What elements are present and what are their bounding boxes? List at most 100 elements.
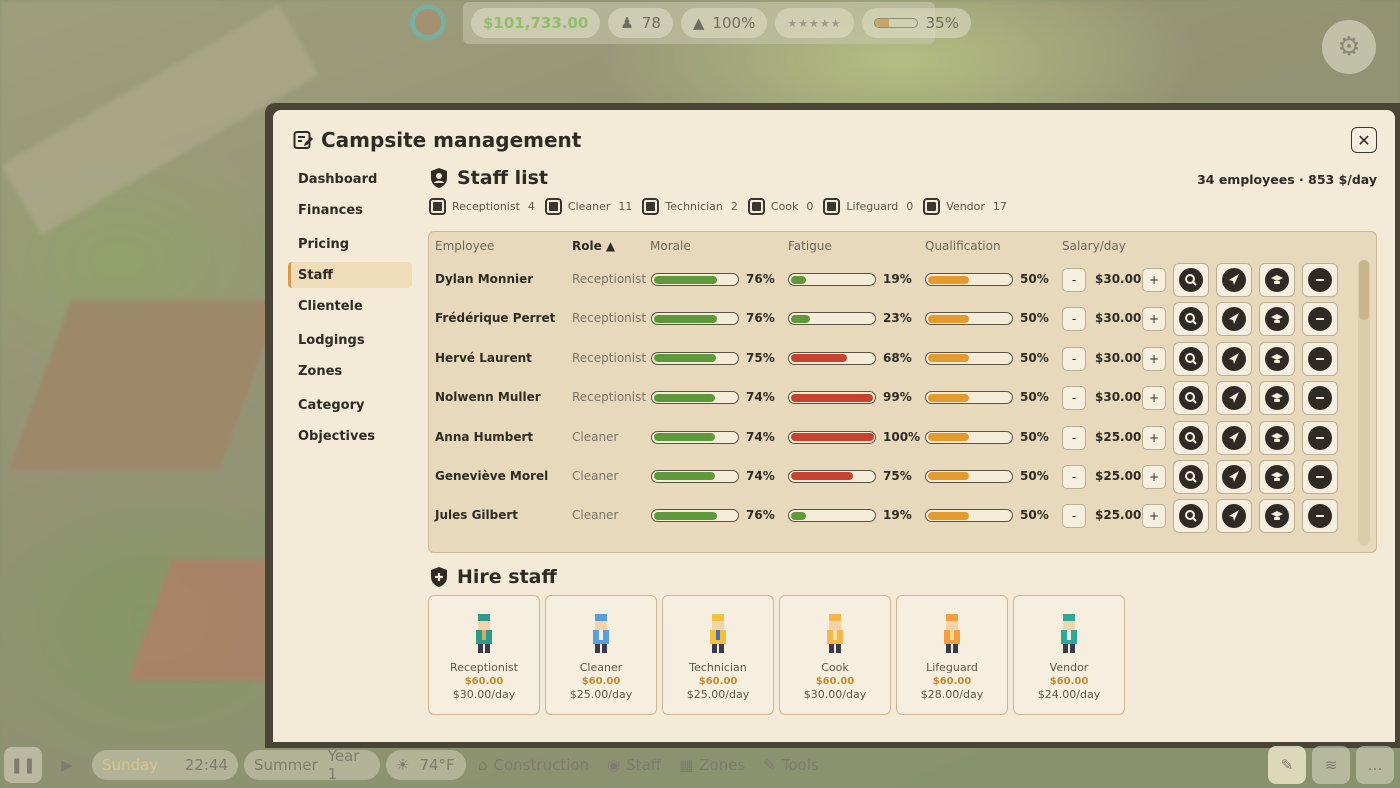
hire-card-cleaner[interactable]: Cleaner $60.00 $25.00/day	[545, 595, 657, 715]
train-button[interactable]	[1259, 302, 1295, 337]
send-button[interactable]	[1216, 499, 1252, 534]
train-button[interactable]	[1259, 420, 1295, 455]
employee-name[interactable]: Nolwenn Muller	[435, 390, 541, 404]
salary-decrease-button[interactable]: -	[1062, 386, 1086, 411]
filter-vendor[interactable]: Vendor 17	[923, 198, 1007, 215]
employee-name[interactable]: Jules Gilbert	[435, 508, 518, 522]
nav-item-objectives[interactable]: Objectives	[288, 423, 412, 449]
play-button[interactable]: ▶	[48, 747, 86, 783]
nav-item-zones[interactable]: Zones	[288, 358, 412, 384]
locate-button[interactable]	[1173, 341, 1209, 376]
salary-increase-button[interactable]: +	[1142, 464, 1166, 489]
nav-item-category[interactable]: Category	[288, 392, 412, 418]
hire-card-vendor[interactable]: Vendor $60.00 $24.00/day	[1013, 595, 1125, 715]
money-display[interactable]: $101,733.00	[471, 8, 601, 38]
fire-button[interactable]	[1302, 459, 1338, 494]
pause-button[interactable]: ❚❚	[4, 747, 42, 783]
salary-decrease-button[interactable]: -	[1062, 504, 1086, 529]
salary-increase-button[interactable]: +	[1142, 268, 1166, 292]
rating-display[interactable]: ★★★★★	[775, 8, 854, 38]
send-button[interactable]	[1216, 459, 1252, 494]
train-button[interactable]	[1259, 499, 1295, 534]
employee-name[interactable]: Hervé Laurent	[435, 351, 532, 365]
fire-button[interactable]	[1302, 341, 1338, 376]
hire-card-technician[interactable]: Technician $60.00 $25.00/day	[662, 595, 774, 715]
table-row[interactable]: Nolwenn Muller Receptionist 74% 99% 50% …	[429, 378, 1354, 417]
zones-button[interactable]: ▦ Zones	[673, 756, 751, 774]
settings-gear-icon[interactable]: ⚙	[1322, 20, 1376, 74]
filter-cleaner[interactable]: Cleaner 11	[544, 198, 632, 215]
column-salary[interactable]: Salary/day	[1062, 239, 1126, 253]
nav-item-clientele[interactable]: Clientele	[288, 293, 412, 319]
locate-button[interactable]	[1173, 459, 1209, 494]
train-button[interactable]	[1259, 381, 1295, 416]
salary-decrease-button[interactable]: -	[1062, 464, 1086, 489]
send-button[interactable]	[1216, 302, 1252, 337]
salary-increase-button[interactable]: +	[1142, 504, 1166, 529]
close-button[interactable]: ✕	[1351, 127, 1377, 153]
fire-button[interactable]	[1302, 302, 1338, 337]
fire-button[interactable]	[1302, 499, 1338, 534]
filter-technician[interactable]: Technician 2	[642, 198, 738, 215]
filter-lifeguard[interactable]: Lifeguard 0	[823, 198, 913, 215]
table-row[interactable]: Geneviève Morel Cleaner 74% 75% 50% - $2…	[429, 457, 1354, 496]
chat-button[interactable]: …	[1356, 746, 1394, 784]
filter-cook[interactable]: Cook 0	[747, 198, 813, 215]
filter-checkbox[interactable]	[544, 198, 562, 215]
employee-name[interactable]: Anna Humbert	[435, 430, 533, 444]
fire-button[interactable]	[1302, 420, 1338, 455]
salary-decrease-button[interactable]: -	[1062, 346, 1086, 371]
nav-item-dashboard[interactable]: Dashboard	[288, 166, 412, 192]
column-qualification[interactable]: Qualification	[925, 239, 1001, 253]
nav-item-finances[interactable]: Finances	[288, 197, 412, 223]
train-button[interactable]	[1259, 341, 1295, 376]
campsite-badge-icon[interactable]	[410, 4, 446, 40]
train-button[interactable]	[1259, 263, 1295, 297]
send-button[interactable]	[1216, 341, 1252, 376]
fire-button[interactable]	[1302, 263, 1338, 297]
salary-increase-button[interactable]: +	[1142, 425, 1166, 450]
locate-button[interactable]	[1173, 420, 1209, 455]
staff-button[interactable]: ◉ Staff	[601, 756, 667, 774]
hire-card-cook[interactable]: Cook $60.00 $30.00/day	[779, 595, 891, 715]
nav-item-lodgings[interactable]: Lodgings	[288, 327, 412, 353]
table-row[interactable]: Hervé Laurent Receptionist 75% 68% 50% -…	[429, 339, 1354, 378]
visitors-display[interactable]: ♟ 78	[608, 8, 673, 38]
salary-increase-button[interactable]: +	[1142, 307, 1166, 332]
filter-receptionist[interactable]: Receptionist 4	[429, 198, 535, 215]
table-row[interactable]: Jules Gilbert Cleaner 76% 19% 50% - $25.…	[429, 496, 1354, 535]
employee-name[interactable]: Dylan Monnier	[435, 272, 533, 286]
send-button[interactable]	[1216, 263, 1252, 297]
filter-checkbox[interactable]	[429, 198, 446, 215]
column-role[interactable]: Role ▲	[572, 239, 615, 253]
tools-button[interactable]: ✎ Tools	[757, 756, 825, 774]
table-row[interactable]: Dylan Monnier Receptionist 76% 19% 50% -…	[429, 260, 1354, 299]
layers-button[interactable]: ≋	[1312, 746, 1350, 784]
salary-decrease-button[interactable]: -	[1062, 425, 1086, 450]
column-fatigue[interactable]: Fatigue	[788, 239, 832, 253]
train-button[interactable]	[1259, 459, 1295, 494]
table-scrollbar[interactable]	[1358, 260, 1370, 546]
nav-item-pricing[interactable]: Pricing	[288, 231, 412, 257]
send-button[interactable]	[1216, 420, 1252, 455]
hire-card-receptionist[interactable]: Receptionist $60.00 $30.00/day	[428, 595, 540, 715]
construction-button[interactable]: ⌂ Construction	[472, 756, 595, 774]
filter-checkbox[interactable]	[823, 198, 841, 215]
locate-button[interactable]	[1173, 381, 1209, 416]
column-morale[interactable]: Morale	[650, 239, 691, 253]
scrollbar-thumb[interactable]	[1359, 260, 1369, 320]
salary-increase-button[interactable]: +	[1142, 386, 1166, 411]
employee-name[interactable]: Frédérique Perret	[435, 311, 555, 325]
salary-increase-button[interactable]: +	[1142, 346, 1166, 371]
salary-decrease-button[interactable]: -	[1062, 268, 1086, 292]
progress-display[interactable]: 35%	[861, 8, 971, 38]
send-button[interactable]	[1216, 381, 1252, 416]
locate-button[interactable]	[1173, 263, 1209, 297]
locate-button[interactable]	[1173, 302, 1209, 337]
employee-name[interactable]: Geneviève Morel	[435, 469, 548, 483]
filter-checkbox[interactable]	[747, 198, 765, 215]
salary-decrease-button[interactable]: -	[1062, 307, 1086, 332]
table-row[interactable]: Frédérique Perret Receptionist 76% 23% 5…	[429, 299, 1354, 338]
filter-checkbox[interactable]	[642, 198, 660, 215]
hire-card-lifeguard[interactable]: Lifeguard $60.00 $28.00/day	[896, 595, 1008, 715]
